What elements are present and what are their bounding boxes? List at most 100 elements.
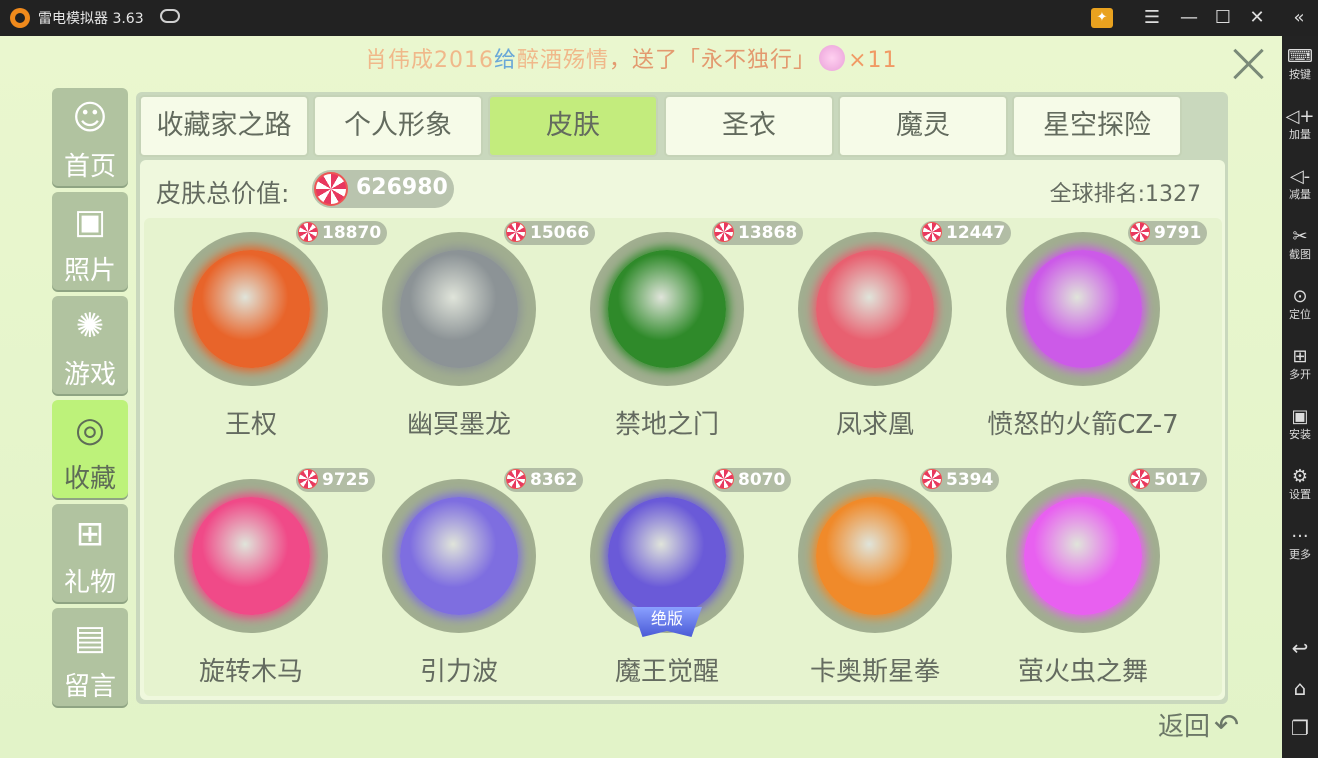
menu-label: 礼物 xyxy=(63,568,116,598)
sidebar-keymap[interactable]: ⌨ 按键 xyxy=(1282,46,1318,82)
skin-price: 9791 xyxy=(1128,221,1208,245)
skin-price-value: 9791 xyxy=(1154,223,1202,243)
menu-games[interactable]: ✺ 游戏 xyxy=(52,296,128,394)
game-screen: 肖伟成2016给醉酒殇情，送了「永不独行」 ×11 ☺ 首页 ▣ 照片 ✺ 游戏 … xyxy=(0,36,1282,758)
total-value-badge: 626980 xyxy=(312,170,454,208)
gamepad-icon[interactable] xyxy=(160,9,180,23)
window-title: 雷电模拟器 3.63 xyxy=(38,11,144,27)
tab-collector-road[interactable]: 收藏家之路 xyxy=(139,95,309,157)
ticker-sender: 肖伟成2016 xyxy=(365,48,494,73)
sidebar-label: 按键 xyxy=(1289,68,1311,81)
skin-item[interactable]: 13868 禁地之门 xyxy=(560,218,804,458)
skin-orb-icon xyxy=(608,250,726,368)
menu-label: 留言 xyxy=(63,672,116,702)
return-button[interactable]: 返回 ↶ xyxy=(1158,706,1239,743)
close-window-icon[interactable]: ✕ xyxy=(1244,5,1270,31)
apk-icon: ▣ xyxy=(1291,406,1309,427)
message-icon: ▤ xyxy=(73,618,107,658)
skin-item[interactable]: 5394 卡奥斯星拳 xyxy=(768,465,1000,705)
candy-currency-icon xyxy=(922,469,942,489)
menu-collection[interactable]: ◎ 收藏 xyxy=(52,400,128,498)
total-value-label: 皮肤总价值: xyxy=(156,179,290,208)
menu-home[interactable]: ☺ 首页 xyxy=(52,88,128,186)
skin-name: 愤怒的火箭CZ-7 xyxy=(987,410,1179,440)
person-icon: ☺ xyxy=(72,98,108,138)
sidebar-multi-open[interactable]: ⊞ 多开 xyxy=(1282,346,1318,382)
collapse-sidebar-icon[interactable]: « xyxy=(1286,5,1312,31)
skin-item[interactable]: 5017 萤火虫之舞 xyxy=(976,465,1208,705)
total-value: 626980 xyxy=(356,175,448,200)
skin-item[interactable]: 12447 凤求凰 xyxy=(768,218,1012,458)
sidebar-label: 设置 xyxy=(1289,488,1311,501)
menu-gifts[interactable]: ⊞ 礼物 xyxy=(52,504,128,602)
skin-name: 禁地之门 xyxy=(614,410,719,440)
menu-icon[interactable]: ☰ xyxy=(1139,5,1165,31)
title-bar: 雷电模拟器 3.63 ✦ ☰ — ☐ ✕ « xyxy=(0,0,1318,36)
sidebar-screenshot[interactable]: ✂ 截图 xyxy=(1282,226,1318,262)
keyboard-icon: ⌨ xyxy=(1287,46,1313,67)
sidebar-settings[interactable]: ⚙ 设置 xyxy=(1282,466,1318,502)
minimize-icon[interactable]: — xyxy=(1176,5,1202,31)
candy-currency-icon xyxy=(506,222,526,242)
sidebar-label: 定位 xyxy=(1289,308,1311,321)
back-icon[interactable]: ↩ xyxy=(1282,636,1318,660)
sidebar-label: 安装 xyxy=(1289,428,1311,441)
scissors-icon: ✂ xyxy=(1292,226,1308,247)
volume-down-icon: ◁- xyxy=(1289,166,1311,187)
tab-spirits[interactable]: 魔灵 xyxy=(838,95,1008,157)
ticker-gift-name: 「永不独行」 xyxy=(678,48,817,73)
skin-name: 旋转木马 xyxy=(198,657,303,687)
settings-icon: ⚙ xyxy=(1291,466,1309,487)
tab-skins[interactable]: 皮肤 xyxy=(488,95,658,157)
sidebar-label: 截图 xyxy=(1289,248,1311,261)
more-icon: ··· xyxy=(1291,526,1309,547)
volume-up-icon: ◁+ xyxy=(1285,106,1315,127)
global-rank: 全球排名:1327 xyxy=(1049,182,1201,207)
skin-item[interactable]: 18870 王权 xyxy=(144,218,388,458)
menu-label: 游戏 xyxy=(63,360,116,390)
skin-item[interactable]: 9725 旋转木马 xyxy=(144,465,376,705)
close-button[interactable] xyxy=(1228,44,1268,84)
ticker-receiver: 醉酒殇情 xyxy=(517,48,610,73)
skin-item[interactable]: 8362 引力波 xyxy=(352,465,584,705)
skin-item[interactable]: 9791 愤怒的火箭CZ-7 xyxy=(976,218,1208,458)
skin-name: 魔王觉醒 xyxy=(614,657,719,687)
gift-icon: ⊞ xyxy=(75,514,105,554)
sidebar-install[interactable]: ▣ 安装 xyxy=(1282,406,1318,442)
menu-photos[interactable]: ▣ 照片 xyxy=(52,192,128,290)
ticker-connector: 给 xyxy=(494,48,518,73)
skin-name: 幽冥墨龙 xyxy=(406,410,511,440)
location-icon: ⊙ xyxy=(1292,286,1308,307)
maximize-icon[interactable]: ☐ xyxy=(1210,5,1236,31)
skin-orb-icon xyxy=(192,497,310,615)
sidebar-volume-up[interactable]: ◁+ 加量 xyxy=(1282,106,1318,142)
skin-orb-icon xyxy=(816,250,934,368)
skins-content: 皮肤总价值: 626980 全球排名:1327 18870 王权 15066 幽… xyxy=(140,160,1225,700)
tab-star-exploration[interactable]: 星空探险 xyxy=(1012,95,1182,157)
gift-box-icon[interactable]: ✦ xyxy=(1091,8,1113,28)
multi-open-icon: ⊞ xyxy=(1292,346,1308,367)
menu-messages[interactable]: ▤ 留言 xyxy=(52,608,128,706)
sidebar-more[interactable]: ··· 更多 xyxy=(1282,526,1318,562)
skin-orb-icon xyxy=(608,497,726,615)
candy-currency-icon xyxy=(1130,222,1150,242)
skin-name: 萤火虫之舞 xyxy=(1017,657,1148,687)
skin-item[interactable]: 15066 幽冥墨龙 xyxy=(352,218,596,458)
menu-label: 照片 xyxy=(63,256,116,286)
skin-orb-icon xyxy=(816,497,934,615)
tab-holy-armor[interactable]: 圣衣 xyxy=(664,95,834,157)
skin-price: 5017 xyxy=(1128,468,1208,492)
sidebar-location[interactable]: ⊙ 定位 xyxy=(1282,286,1318,322)
candy-currency-icon xyxy=(714,222,734,242)
candy-currency-icon xyxy=(298,469,318,489)
ticker-sent: ，送了 xyxy=(609,48,679,73)
skin-name: 引力波 xyxy=(419,657,498,687)
recents-icon[interactable]: ❐ xyxy=(1282,716,1318,740)
tab-personal-image[interactable]: 个人形象 xyxy=(313,95,483,157)
skin-item[interactable]: 绝版 8070 魔王觉醒 xyxy=(560,465,792,705)
home-icon[interactable]: ⌂ xyxy=(1282,676,1318,700)
skin-grid: 18870 王权 15066 幽冥墨龙 13868 禁地之门 12447 凤求凰… xyxy=(144,218,1222,696)
ticker-count: ×11 xyxy=(848,48,898,73)
app-logo-icon xyxy=(10,8,30,28)
sidebar-volume-down[interactable]: ◁- 减量 xyxy=(1282,166,1318,202)
